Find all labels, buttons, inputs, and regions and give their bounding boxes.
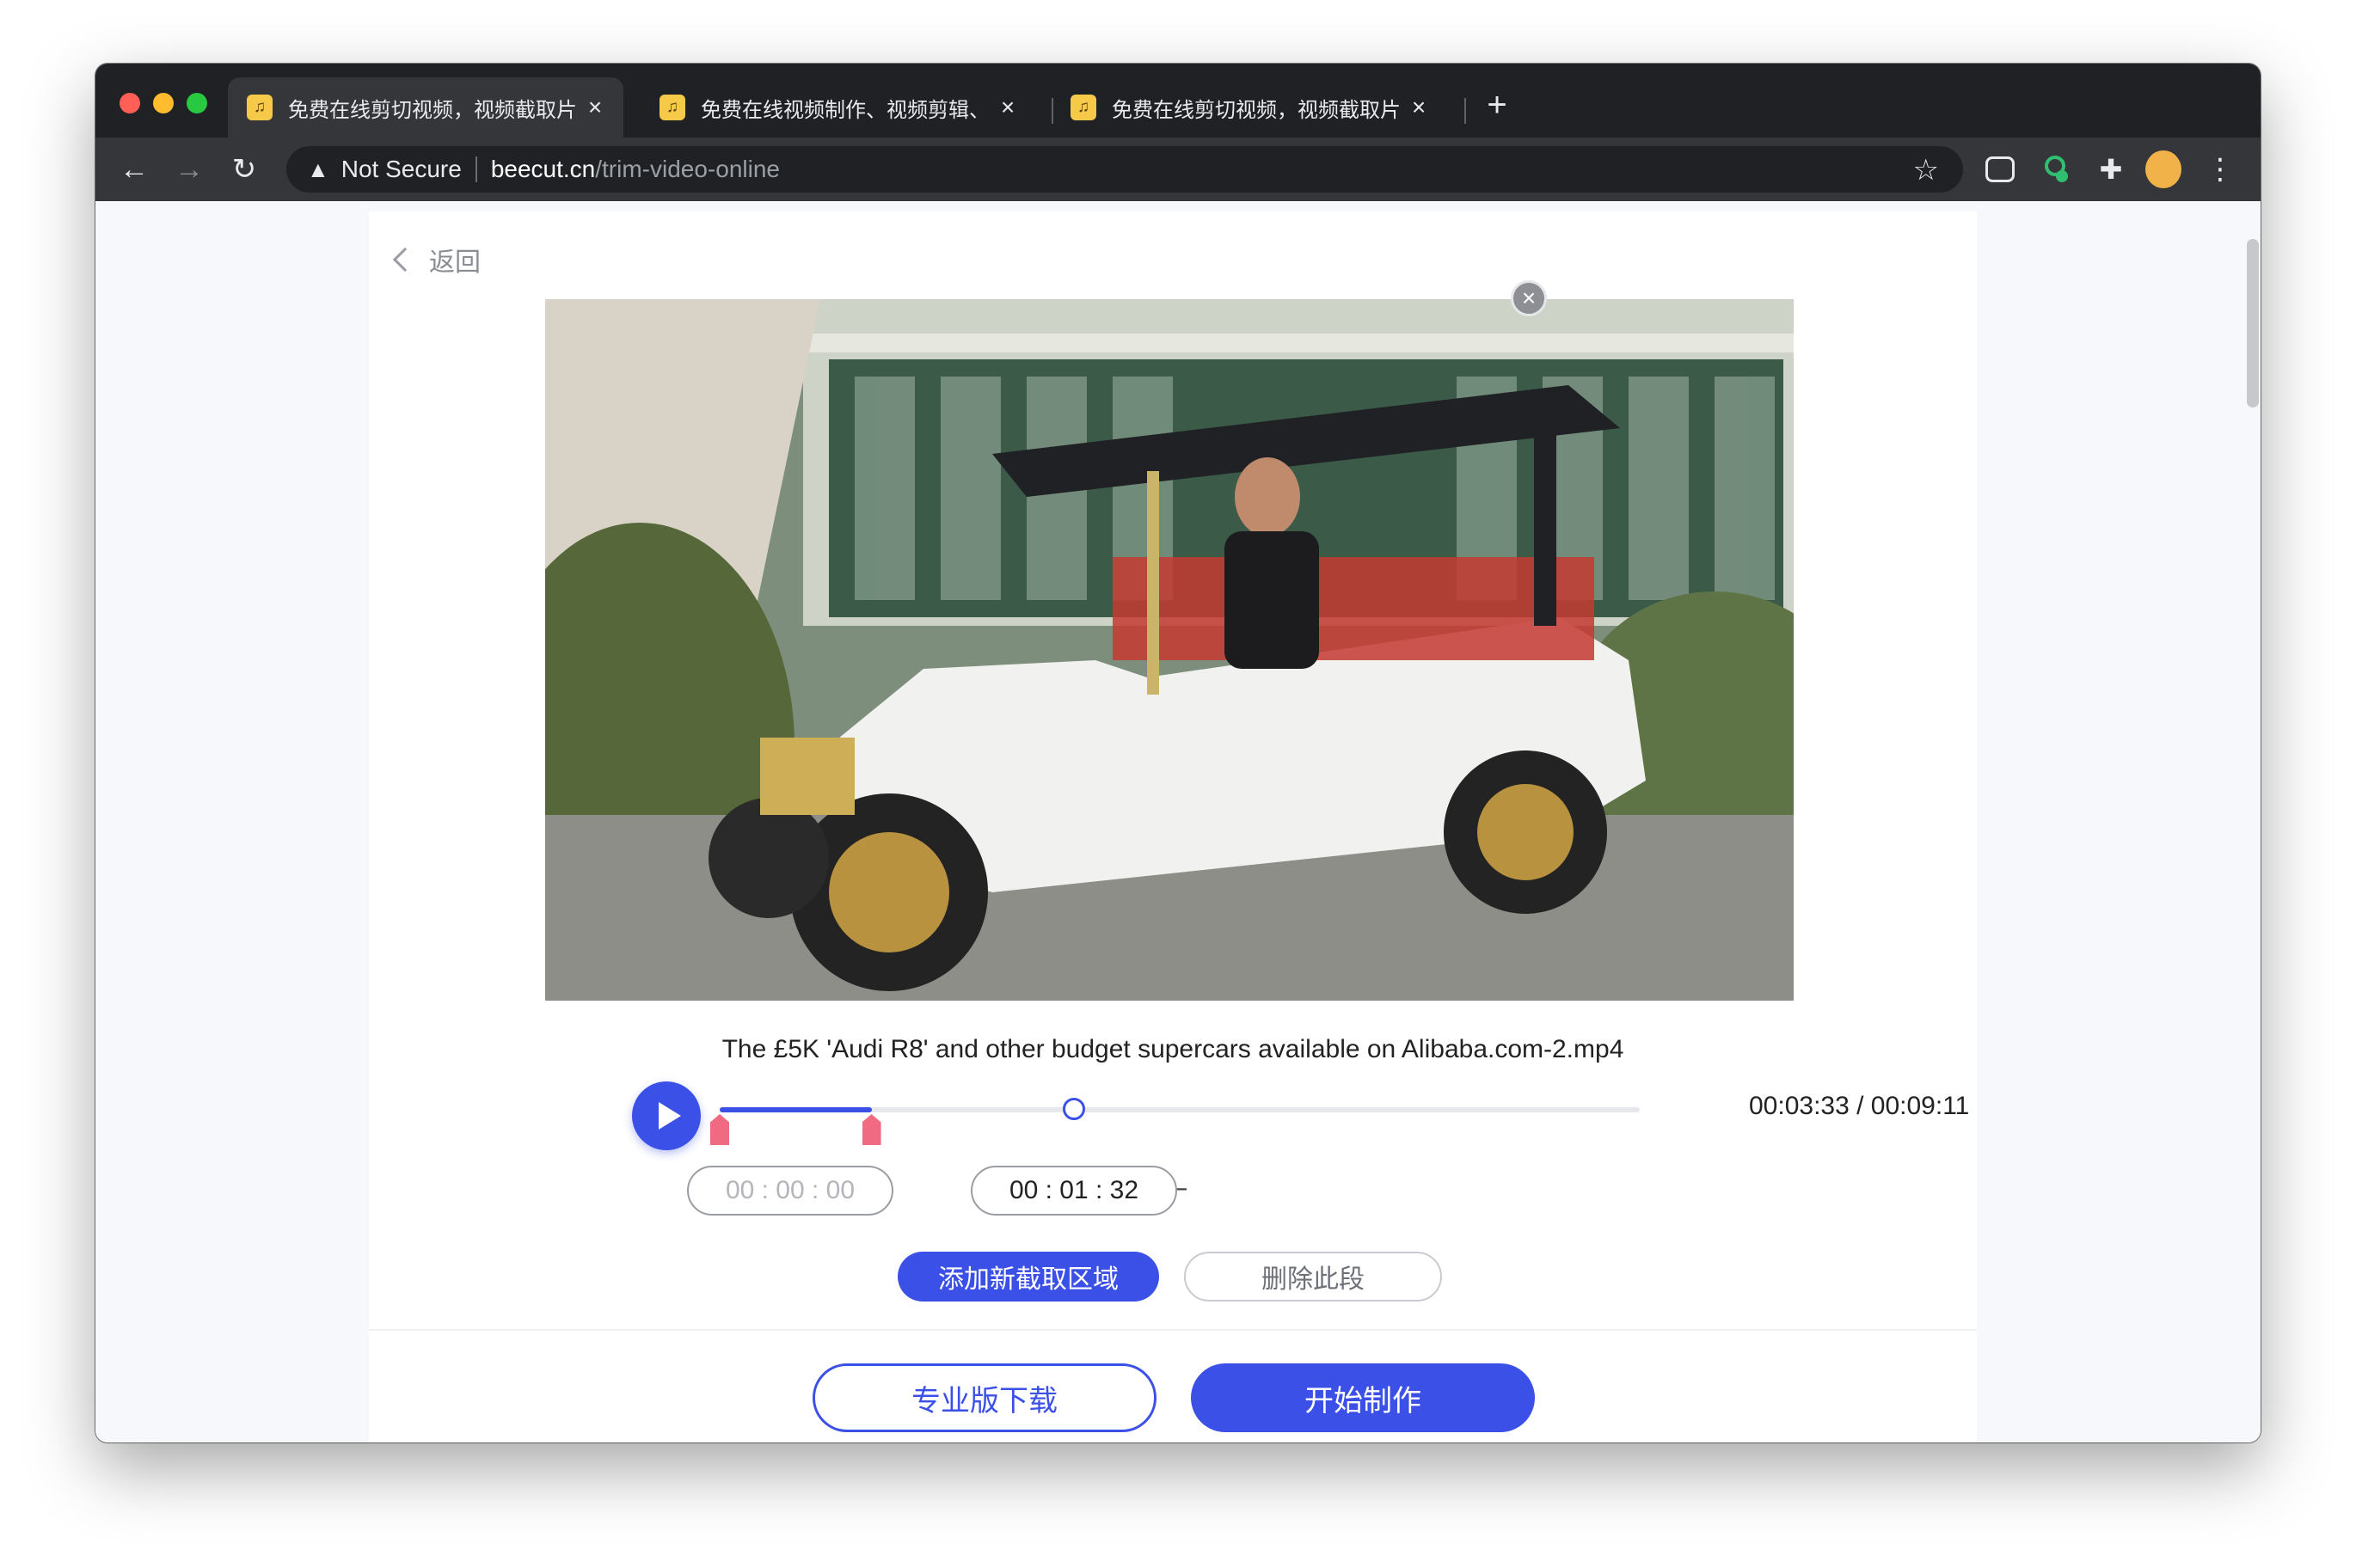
omnibox-separator [475,156,477,182]
play-icon[interactable] [632,1081,701,1150]
forward-arrow-icon[interactable]: → [169,150,209,189]
back-link[interactable]: 返回 [392,241,481,279]
puzzle-extensions-icon[interactable]: ✚ [2093,151,2129,187]
address-bar[interactable]: ▲ Not Secure beecut.cn /trim-video-onlin… [286,146,1963,193]
beecut-favicon-icon: ♫ [660,95,685,120]
start-button[interactable]: 开始制作 [1191,1363,1535,1432]
tab-close-icon[interactable]: × [995,94,1021,121]
add-region-button[interactable]: 添加新截取区域 [898,1252,1159,1302]
browser-tab-3[interactable]: ♫ 免费在线剪切视频，视频截取片段 × [1052,77,1447,138]
page-content: 返回 × The £5K 'Audi R8' and other budget … [95,201,2261,1442]
tab-close-icon[interactable]: × [582,94,608,121]
maximize-window-button[interactable] [187,93,207,113]
section-divider [369,1329,1977,1331]
video-filename: The £5K 'Audi R8' and other budget super… [721,1035,1624,1063]
extension-logo-icon [2045,156,2068,182]
browser-window: ♫ 免费在线剪切视频，视频截取片段 × ♫ 免费在线视频制作、视频剪辑、视 × … [95,64,2261,1442]
beecut-favicon-icon: ♫ [1071,95,1096,120]
tab-close-icon[interactable]: × [1406,94,1432,121]
trim-end-handle[interactable] [862,1114,881,1145]
browser-menu-icon[interactable]: ⋮ [2202,151,2238,187]
video-frame-image [545,299,1794,1001]
reader-mode-icon[interactable] [1985,156,2015,182]
beecut-favicon-icon: ♫ [247,95,273,120]
chevron-left-icon [392,247,418,273]
reload-icon[interactable]: ↻ [224,150,264,189]
warning-icon: ▲ [307,156,329,182]
tab-title: 免费在线视频制作、视频剪辑、视 [701,98,988,122]
time-readout: 00:03:33 / 00:09:11 [1749,1092,1970,1120]
pro-download-button[interactable]: 专业版下载 [813,1363,1157,1432]
back-arrow-icon[interactable]: ← [114,150,154,189]
url-path: /trim-video-online [595,156,780,182]
browser-toolbar: ← → ↻ ▲ Not Secure beecut.cn /trim-video… [95,138,2261,201]
avatar [2145,150,2181,188]
profile-avatar[interactable] [2145,150,2181,188]
page-scrollbar[interactable] [2247,239,2259,407]
timeline-track[interactable] [710,1098,1640,1145]
video-preview[interactable] [545,299,1794,1001]
trim-end-field[interactable]: 00 : 01 : 32 [971,1166,1177,1216]
extension-icon[interactable] [2037,151,2073,187]
security-label[interactable]: Not Secure [341,156,462,183]
delete-segment-button[interactable]: 删除此段 [1184,1252,1442,1302]
playhead-handle[interactable] [1062,1098,1085,1120]
trim-start-field[interactable]: 00 : 00 : 00 [687,1166,893,1216]
close-window-button[interactable] [120,93,140,113]
browser-tab-2[interactable]: ♫ 免费在线视频制作、视频剪辑、视 × [641,77,1036,138]
tab-separator [1464,98,1466,124]
browser-tab-1[interactable]: ♫ 免费在线剪切视频，视频截取片段 × [228,77,623,138]
trim-panel: 返回 × The £5K 'Audi R8' and other budget … [369,211,1977,1442]
tab-strip: ♫ 免费在线剪切视频，视频截取片段 × ♫ 免费在线视频制作、视频剪辑、视 × … [95,64,2261,138]
remove-video-icon[interactable]: × [1511,280,1547,316]
minimize-window-button[interactable] [153,93,174,113]
trim-start-handle[interactable] [710,1114,729,1145]
tab-title: 免费在线剪切视频，视频截取片段 [288,98,575,122]
bookmark-star-icon[interactable]: ☆ [1913,153,1939,187]
tab-title: 免费在线剪切视频，视频截取片段 [1112,98,1399,122]
url-host: beecut.cn [490,156,596,182]
new-tab-icon[interactable]: + [1478,86,1516,124]
back-label: 返回 [429,248,481,277]
selected-segment [720,1107,872,1112]
